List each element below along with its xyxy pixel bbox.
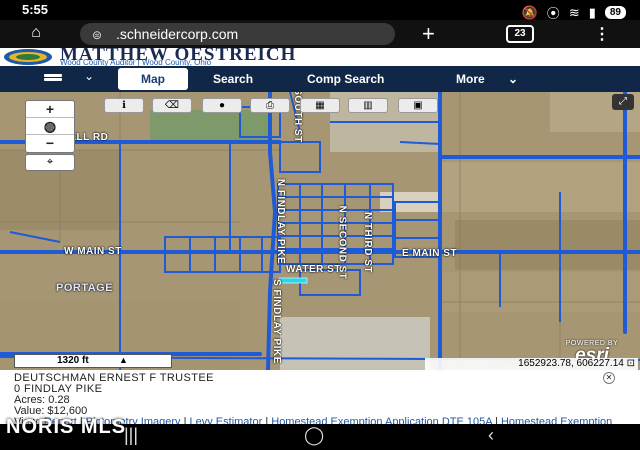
url-text: .schneidercorp.com xyxy=(116,26,239,42)
parcel-address: 0 FINDLAY PIKE xyxy=(14,383,103,395)
battery-badge: 89 xyxy=(604,6,626,19)
pin-tool-icon[interactable]: ● xyxy=(202,98,242,113)
basemap-tool-icon[interactable]: ▣ xyxy=(398,98,438,113)
browser-menu-icon[interactable]: ⋮ xyxy=(594,24,610,44)
parcel-acres: Acres: 0.28 xyxy=(14,394,70,406)
new-tab-icon[interactable]: + xyxy=(422,21,435,47)
zoom-in-button[interactable]: + xyxy=(26,101,74,118)
globe-icon[interactable]: ◍ xyxy=(26,118,74,135)
eraser-tool-icon[interactable]: ⌫ xyxy=(152,98,192,113)
road-label-n-second: N SECOND ST xyxy=(336,205,348,280)
measure-tool-icon[interactable]: ▥ xyxy=(348,98,388,113)
status-time: 5:55 xyxy=(22,2,49,17)
place-label-portage: PORTAGE xyxy=(56,282,114,294)
selected-parcel[interactable] xyxy=(278,277,308,284)
scale-text: 1320 ft xyxy=(57,355,89,366)
site-settings-icon[interactable]: ⊜ xyxy=(92,24,116,46)
coords-toggle-icon[interactable]: ⊡ xyxy=(627,358,635,369)
parcel-map[interactable]: POWELL RD W MAIN ST E MAIN ST WATER ST N… xyxy=(0,92,640,370)
status-bar: 5:55 🔕 ⦿ ≋ ▮ 89 xyxy=(0,0,640,21)
menu-chevron-icon[interactable]: ⌄ xyxy=(84,69,94,83)
nav-tab-comp-search[interactable]: Comp Search xyxy=(307,66,384,92)
road-label-e-main: E MAIN ST xyxy=(402,248,458,259)
scale-bar: 1320 ft ▲ xyxy=(14,354,172,368)
hamburger-icon[interactable] xyxy=(44,74,62,77)
print-tool-icon[interactable]: ⎙ xyxy=(250,98,290,113)
watermark-text: NORIS MLS xyxy=(6,416,127,438)
coordinate-text: 1652923.78, 606227.14 xyxy=(518,358,624,369)
wifi-icon: ≋ xyxy=(568,4,580,20)
home-nav-icon[interactable]: ◯ xyxy=(304,425,324,446)
coordinate-readout: 1652923.78, 606227.14 ⊡ xyxy=(425,358,638,370)
site-header: MATTHEW OESTREICH Wood County Auditor | … xyxy=(0,48,640,66)
browser-toolbar: ⌂ ⊜ .schneidercorp.com + 23 ⋮ xyxy=(0,20,640,48)
locate-icon[interactable]: ⌖ xyxy=(25,154,75,171)
nav-tab-map[interactable]: Map xyxy=(118,68,188,90)
nav-tab-search[interactable]: Search xyxy=(213,66,253,92)
scale-caret-icon: ▲ xyxy=(119,355,128,365)
expand-map-icon[interactable]: ⤢ xyxy=(612,94,634,110)
link-homestead-105a[interactable]: Homestead Exemption Application DTE 105A xyxy=(271,416,492,425)
nav-more-chevron-icon[interactable]: ⌄ xyxy=(508,66,518,92)
signal-icon: ▮ xyxy=(588,4,596,20)
road-label-n-third: N THIRD ST xyxy=(362,211,374,274)
back-icon[interactable]: ‹ xyxy=(488,425,494,446)
nav-tab-more[interactable]: More xyxy=(456,66,485,92)
zoom-out-button[interactable]: − xyxy=(26,135,74,152)
owner-name: DEUTSCHMAN ERNEST F TRUSTEE xyxy=(14,372,214,384)
hamburger-icon-line xyxy=(44,78,62,81)
road-label-s-findlay: S FINDLAY PIKE xyxy=(270,279,282,364)
main-nav: ⌄ Map Search Comp Search More ⌄ xyxy=(0,66,640,92)
mute-icon: 🔕 xyxy=(521,4,538,20)
road-label-water: WATER ST xyxy=(286,264,341,275)
road-label-n-findlay: N FINDLAY PIKE xyxy=(275,178,287,265)
layers-tool-icon[interactable]: ▦ xyxy=(300,98,340,113)
home-icon[interactable]: ⌂ xyxy=(26,24,46,44)
link-levy-estimator[interactable]: Levy Estimator xyxy=(190,416,263,425)
close-icon[interactable]: ✕ xyxy=(603,372,615,384)
county-seal-icon xyxy=(4,49,52,65)
auditor-subtitle: Wood County Auditor | Wood County, Ohio xyxy=(60,58,212,66)
road-label-w-main: W MAIN ST xyxy=(64,246,122,257)
address-bar[interactable]: ⊜ .schneidercorp.com xyxy=(80,23,395,45)
zoom-control: + ◍ − xyxy=(25,100,75,153)
identify-tool-icon[interactable]: ℹ xyxy=(104,98,144,113)
tab-count-button[interactable]: 23 xyxy=(506,25,534,43)
